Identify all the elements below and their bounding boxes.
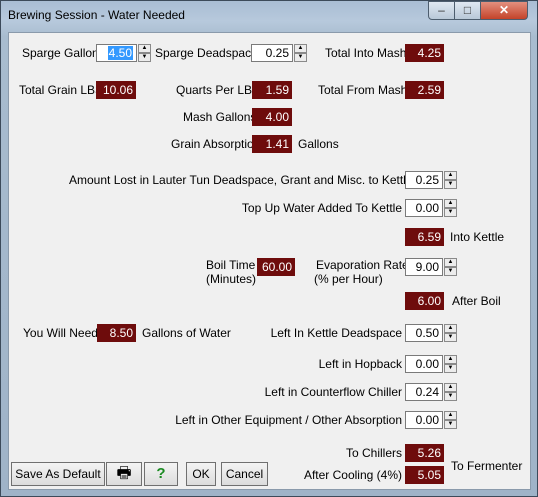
evaporation-rate-unit-label: (% per Hour) xyxy=(314,272,383,286)
evaporation-rate-spinner[interactable]: ▲ ▼ xyxy=(444,258,457,276)
boil-time-unit-label: (Minutes) xyxy=(206,272,257,286)
grain-absorption-label: Grain Absorption xyxy=(171,137,261,151)
ok-button[interactable]: OK xyxy=(186,462,216,486)
spin-up-icon[interactable]: ▲ xyxy=(444,411,457,420)
hopback-field[interactable]: 0.00 xyxy=(405,355,443,373)
kettle-deadspace-field[interactable]: 0.50 xyxy=(405,324,443,342)
top-up-label: Top Up Water Added To Kettle xyxy=(241,201,402,215)
total-from-mash-value: 2.59 xyxy=(405,81,444,99)
boil-time-label: Boil Time xyxy=(206,258,256,272)
after-boil-value: 6.00 xyxy=(405,292,444,310)
spin-down-icon[interactable]: ▼ xyxy=(138,53,151,62)
evaporation-rate-label: Evaporation Rate xyxy=(316,258,409,272)
quarts-per-lbs-label: Quarts Per LBS xyxy=(176,83,261,97)
total-grain-value: 10.06 xyxy=(96,81,136,99)
help-button[interactable]: ? xyxy=(144,462,178,486)
top-up-field[interactable]: 0.00 xyxy=(405,199,443,217)
to-fermenter-label: To Fermenter xyxy=(451,459,523,473)
other-equipment-field[interactable]: 0.00 xyxy=(405,411,443,429)
hopback-spinner[interactable]: ▲ ▼ xyxy=(444,355,457,373)
to-chillers-label: To Chillers xyxy=(345,446,402,460)
mash-gallons-value: 4.00 xyxy=(252,108,292,126)
quarts-per-lbs-value: 1.59 xyxy=(252,81,292,99)
mash-gallons-label: Mash Gallons xyxy=(183,110,257,124)
sparge-gallons-spinner[interactable]: ▲ ▼ xyxy=(138,44,151,62)
spin-up-icon[interactable]: ▲ xyxy=(294,44,307,53)
maximize-button[interactable]: □ xyxy=(454,1,481,20)
you-will-need-value: 8.50 xyxy=(97,324,136,342)
spin-down-icon[interactable]: ▼ xyxy=(444,420,457,429)
spin-up-icon[interactable]: ▲ xyxy=(444,355,457,364)
you-will-need-label: You Will Need xyxy=(23,326,98,340)
spin-up-icon[interactable]: ▲ xyxy=(138,44,151,53)
spin-down-icon[interactable]: ▼ xyxy=(444,267,457,276)
evaporation-rate-field[interactable]: 9.00 xyxy=(405,258,443,276)
spin-down-icon[interactable]: ▼ xyxy=(444,208,457,217)
window-title: Brewing Session - Water Needed xyxy=(8,8,185,22)
lauter-loss-field[interactable]: 0.25 xyxy=(405,171,443,189)
total-into-mash-value: 4.25 xyxy=(405,44,444,62)
close-button[interactable]: ✕ xyxy=(480,1,528,20)
counterflow-chiller-field[interactable]: 0.24 xyxy=(405,383,443,401)
minimize-button[interactable]: – xyxy=(428,1,455,20)
spin-up-icon[interactable]: ▲ xyxy=(444,171,457,180)
total-into-mash-label: Total Into Mash xyxy=(325,46,407,60)
spin-down-icon[interactable]: ▼ xyxy=(444,364,457,373)
sparge-gallons-label: Sparge Gallons xyxy=(22,46,105,60)
spin-up-icon[interactable]: ▲ xyxy=(444,199,457,208)
other-equipment-label: Left in Other Equipment / Other Absorpti… xyxy=(175,413,402,427)
spin-down-icon[interactable]: ▼ xyxy=(444,392,457,401)
printer-icon: 🖶 xyxy=(116,465,132,482)
sparge-deadspace-field[interactable]: 0.25 xyxy=(251,44,293,62)
total-from-mash-label: Total From Mash xyxy=(318,83,408,97)
sparge-deadspace-spinner[interactable]: ▲ ▼ xyxy=(294,44,307,62)
sparge-gallons-value: 4.50 xyxy=(107,46,133,60)
grain-absorption-unit: Gallons xyxy=(298,137,339,151)
spin-up-icon[interactable]: ▲ xyxy=(444,258,457,267)
lauter-loss-spinner[interactable]: ▲ ▼ xyxy=(444,171,457,189)
cancel-button[interactable]: Cancel xyxy=(221,462,268,486)
counterflow-chiller-label: Left in Counterflow Chiller xyxy=(264,385,402,399)
sparge-gallons-field[interactable]: 4.50 xyxy=(96,44,137,62)
counterflow-chiller-spinner[interactable]: ▲ ▼ xyxy=(444,383,457,401)
dialog-window: Brewing Session - Water Needed – □ ✕ Spa… xyxy=(0,0,538,497)
sparge-deadspace-label: Sparge Deadspace xyxy=(155,46,258,60)
other-equipment-spinner[interactable]: ▲ ▼ xyxy=(444,411,457,429)
kettle-deadspace-label: Left In Kettle Deadspace xyxy=(270,326,402,340)
spin-down-icon[interactable]: ▼ xyxy=(444,333,457,342)
title-bar[interactable]: Brewing Session - Water Needed – □ ✕ xyxy=(1,1,537,33)
kettle-deadspace-spinner[interactable]: ▲ ▼ xyxy=(444,324,457,342)
lauter-loss-label: Amount Lost in Lauter Tun Deadspace, Gra… xyxy=(69,173,413,187)
after-cooling-value: 5.05 xyxy=(405,466,444,484)
spin-up-icon[interactable]: ▲ xyxy=(444,383,457,392)
after-boil-label: After Boil xyxy=(452,294,501,308)
boil-time-value: 60.00 xyxy=(257,258,295,276)
grain-absorption-value: 1.41 xyxy=(252,135,292,153)
spin-down-icon[interactable]: ▼ xyxy=(444,180,457,189)
spin-up-icon[interactable]: ▲ xyxy=(444,324,457,333)
into-kettle-label: Into Kettle xyxy=(450,230,505,244)
spin-down-icon[interactable]: ▼ xyxy=(294,53,307,62)
total-grain-label: Total Grain LBS xyxy=(19,83,104,97)
into-kettle-value: 6.59 xyxy=(405,228,444,246)
save-as-default-button[interactable]: Save As Default xyxy=(11,462,105,486)
to-chillers-value: 5.26 xyxy=(405,444,444,462)
print-button[interactable]: 🖶 xyxy=(106,462,142,486)
after-cooling-label: After Cooling (4%) xyxy=(303,468,402,482)
hopback-label: Left in Hopback xyxy=(318,357,402,371)
dialog-body: Sparge Gallons 4.50 ▲ ▼ Sparge Deadspace … xyxy=(8,32,531,490)
top-up-spinner[interactable]: ▲ ▼ xyxy=(444,199,457,217)
